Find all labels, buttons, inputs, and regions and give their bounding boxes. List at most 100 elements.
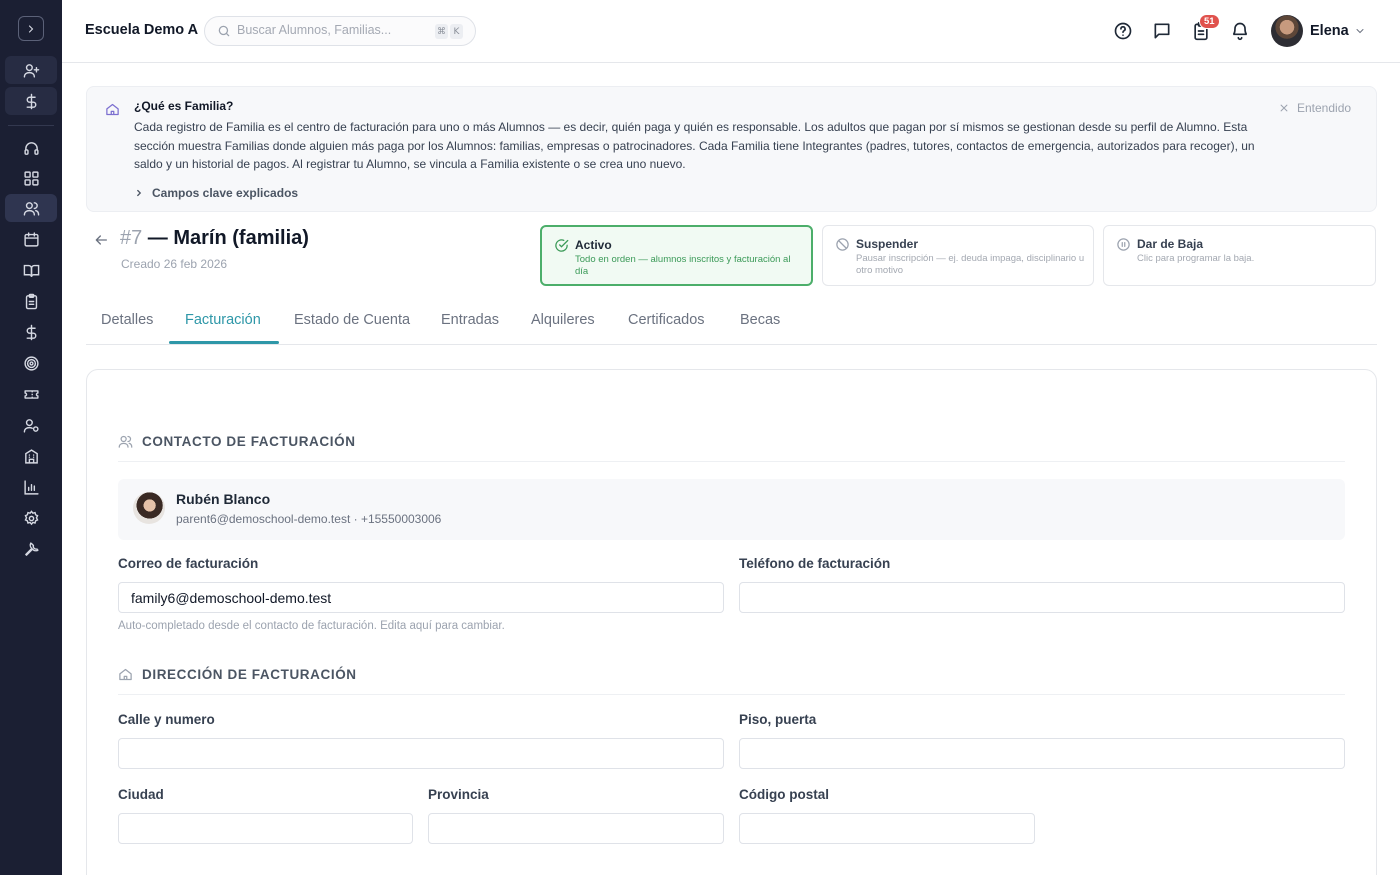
sidebar-item-dashboard[interactable] xyxy=(5,164,57,192)
tab-facturacion[interactable]: Facturación xyxy=(185,312,261,328)
contact-name: Rubén Blanco xyxy=(176,491,271,507)
bar-chart-icon xyxy=(23,479,39,495)
sidebar-item-facilities[interactable] xyxy=(5,442,57,470)
sidebar-item-payment[interactable] xyxy=(5,87,57,115)
search-icon xyxy=(218,25,230,37)
shortcut-key-cmd: ⌘ xyxy=(435,24,448,39)
grid-icon xyxy=(23,170,39,186)
street-field[interactable] xyxy=(118,738,724,769)
user-cog-icon xyxy=(23,418,39,433)
postal-code-field[interactable] xyxy=(739,813,1035,844)
sidebar-divider xyxy=(8,125,54,126)
dollar-icon xyxy=(26,93,36,109)
billing-email-field[interactable] xyxy=(118,582,724,613)
section-divider xyxy=(118,461,1345,462)
sidebar-item-billing[interactable] xyxy=(5,318,57,346)
family-name: — Marín (familia) xyxy=(142,227,309,249)
floor-label: Piso, puerta xyxy=(739,712,817,727)
floor-field[interactable] xyxy=(739,738,1345,769)
shortcut-key-k: K xyxy=(450,24,463,39)
chevron-right-icon xyxy=(137,189,142,197)
status-card-suspend[interactable]: Suspender Pausar inscripción — ej. deuda… xyxy=(822,225,1094,286)
home-icon xyxy=(119,668,132,681)
search-input[interactable] xyxy=(237,23,427,37)
ticket-icon xyxy=(23,389,39,399)
help-icon[interactable] xyxy=(1113,21,1133,41)
headset-icon xyxy=(23,141,39,155)
city-label: Ciudad xyxy=(118,787,164,802)
status-description: Clic para programar la baja. xyxy=(1137,253,1255,264)
sidebar-item-add-student[interactable] xyxy=(5,56,57,84)
sidebar-item-staff[interactable] xyxy=(5,411,57,439)
target-icon xyxy=(23,355,39,371)
billing-phone-label: Teléfono de facturación xyxy=(739,556,891,571)
active-tab-indicator xyxy=(169,341,279,344)
page-title: #7 — Marín (familia) xyxy=(120,227,309,250)
billing-contact-heading: CONTACTO DE FACTURACIÓN xyxy=(118,434,356,449)
tab-alquileres[interactable]: Alquileres xyxy=(531,312,595,328)
sidebar-item-support[interactable] xyxy=(5,134,57,162)
contact-avatar xyxy=(133,492,165,524)
tab-entradas[interactable]: Entradas xyxy=(441,312,499,328)
billing-contact-card[interactable]: Rubén Blanco parent6@demoschool-demo.tes… xyxy=(118,479,1345,540)
search-box[interactable]: ⌘ K xyxy=(204,16,476,46)
family-info-banner: ¿Qué es Familia? Cada registro de Famili… xyxy=(86,86,1377,212)
billing-address-heading: DIRECCIÓN DE FACTURACIÓN xyxy=(118,667,357,682)
tab-detalles[interactable]: Detalles xyxy=(101,312,153,328)
province-field[interactable] xyxy=(428,813,724,844)
status-description: Todo en orden — alumnos inscritos y fact… xyxy=(575,254,791,277)
clipboard-icon xyxy=(25,293,37,309)
status-title: Suspender xyxy=(856,237,919,251)
bell-icon[interactable] xyxy=(1230,21,1250,41)
dismiss-button[interactable]: Entendido xyxy=(1279,101,1351,115)
dismiss-label: Entendido xyxy=(1297,101,1352,115)
ban-icon xyxy=(836,238,849,251)
check-circle-icon xyxy=(555,239,569,252)
billing-phone-field[interactable] xyxy=(739,582,1345,613)
tab-estado-de-cuenta[interactable]: Estado de Cuenta xyxy=(294,312,410,328)
billing-email-label: Correo de facturación xyxy=(118,556,259,571)
users-icon xyxy=(118,435,133,448)
status-card-active[interactable]: Activo Todo en orden — alumnos inscritos… xyxy=(540,225,813,286)
gear-icon xyxy=(24,509,38,525)
tab-certificados[interactable]: Certificados xyxy=(628,312,705,328)
sidebar-item-tools[interactable] xyxy=(5,535,57,563)
sidebar-item-families[interactable] xyxy=(5,194,57,222)
sidebar-item-reports[interactable] xyxy=(5,473,57,501)
billing-contact-heading-text: CONTACTO DE FACTURACIÓN xyxy=(142,434,356,449)
users-icon xyxy=(23,201,39,216)
province-label: Provincia xyxy=(428,787,489,802)
sidebar-expand-button[interactable] xyxy=(18,16,44,41)
book-open-icon xyxy=(23,264,39,277)
key-fields-label: Campos clave explicados xyxy=(152,186,299,200)
back-arrow-icon[interactable] xyxy=(93,232,109,248)
sidebar-item-courses[interactable] xyxy=(5,256,57,284)
postal-code-label: Código postal xyxy=(739,787,829,802)
sidebar-item-tickets[interactable] xyxy=(5,380,57,408)
sidebar-item-calendar[interactable] xyxy=(5,225,57,253)
tab-becas[interactable]: Becas xyxy=(740,312,780,328)
pause-circle-icon xyxy=(1117,238,1130,251)
contact-details: parent6@demoschool-demo.test · +15550003… xyxy=(176,512,442,526)
tasks-count-badge: 51 xyxy=(1199,14,1220,29)
section-divider xyxy=(118,694,1345,695)
status-card-withdraw[interactable]: Dar de Baja Clic para programar la baja. xyxy=(1103,225,1376,286)
status-title: Dar de Baja xyxy=(1137,237,1204,251)
school-name: Escuela Demo A xyxy=(85,22,199,38)
message-icon[interactable] xyxy=(1152,21,1172,41)
key-fields-toggle[interactable]: Campos clave explicados xyxy=(134,186,298,200)
family-number: #7 xyxy=(120,227,143,249)
calendar-icon xyxy=(23,231,39,247)
sidebar-item-goals[interactable] xyxy=(5,349,57,377)
dollar-icon xyxy=(26,324,36,340)
billing-address-heading-text: DIRECCIÓN DE FACTURACIÓN xyxy=(142,667,357,682)
user-avatar[interactable] xyxy=(1271,15,1303,47)
sidebar-item-settings[interactable] xyxy=(5,504,57,532)
city-field[interactable] xyxy=(118,813,413,844)
chevron-down-icon[interactable] xyxy=(1354,25,1366,37)
user-name[interactable]: Elena xyxy=(1310,23,1349,39)
status-description: Pausar inscripción — ej. deuda impaga, d… xyxy=(856,253,1085,276)
chevron-right-icon xyxy=(28,24,34,33)
sidebar-item-attendance[interactable] xyxy=(5,287,57,315)
info-title: ¿Qué es Familia? xyxy=(134,99,234,113)
